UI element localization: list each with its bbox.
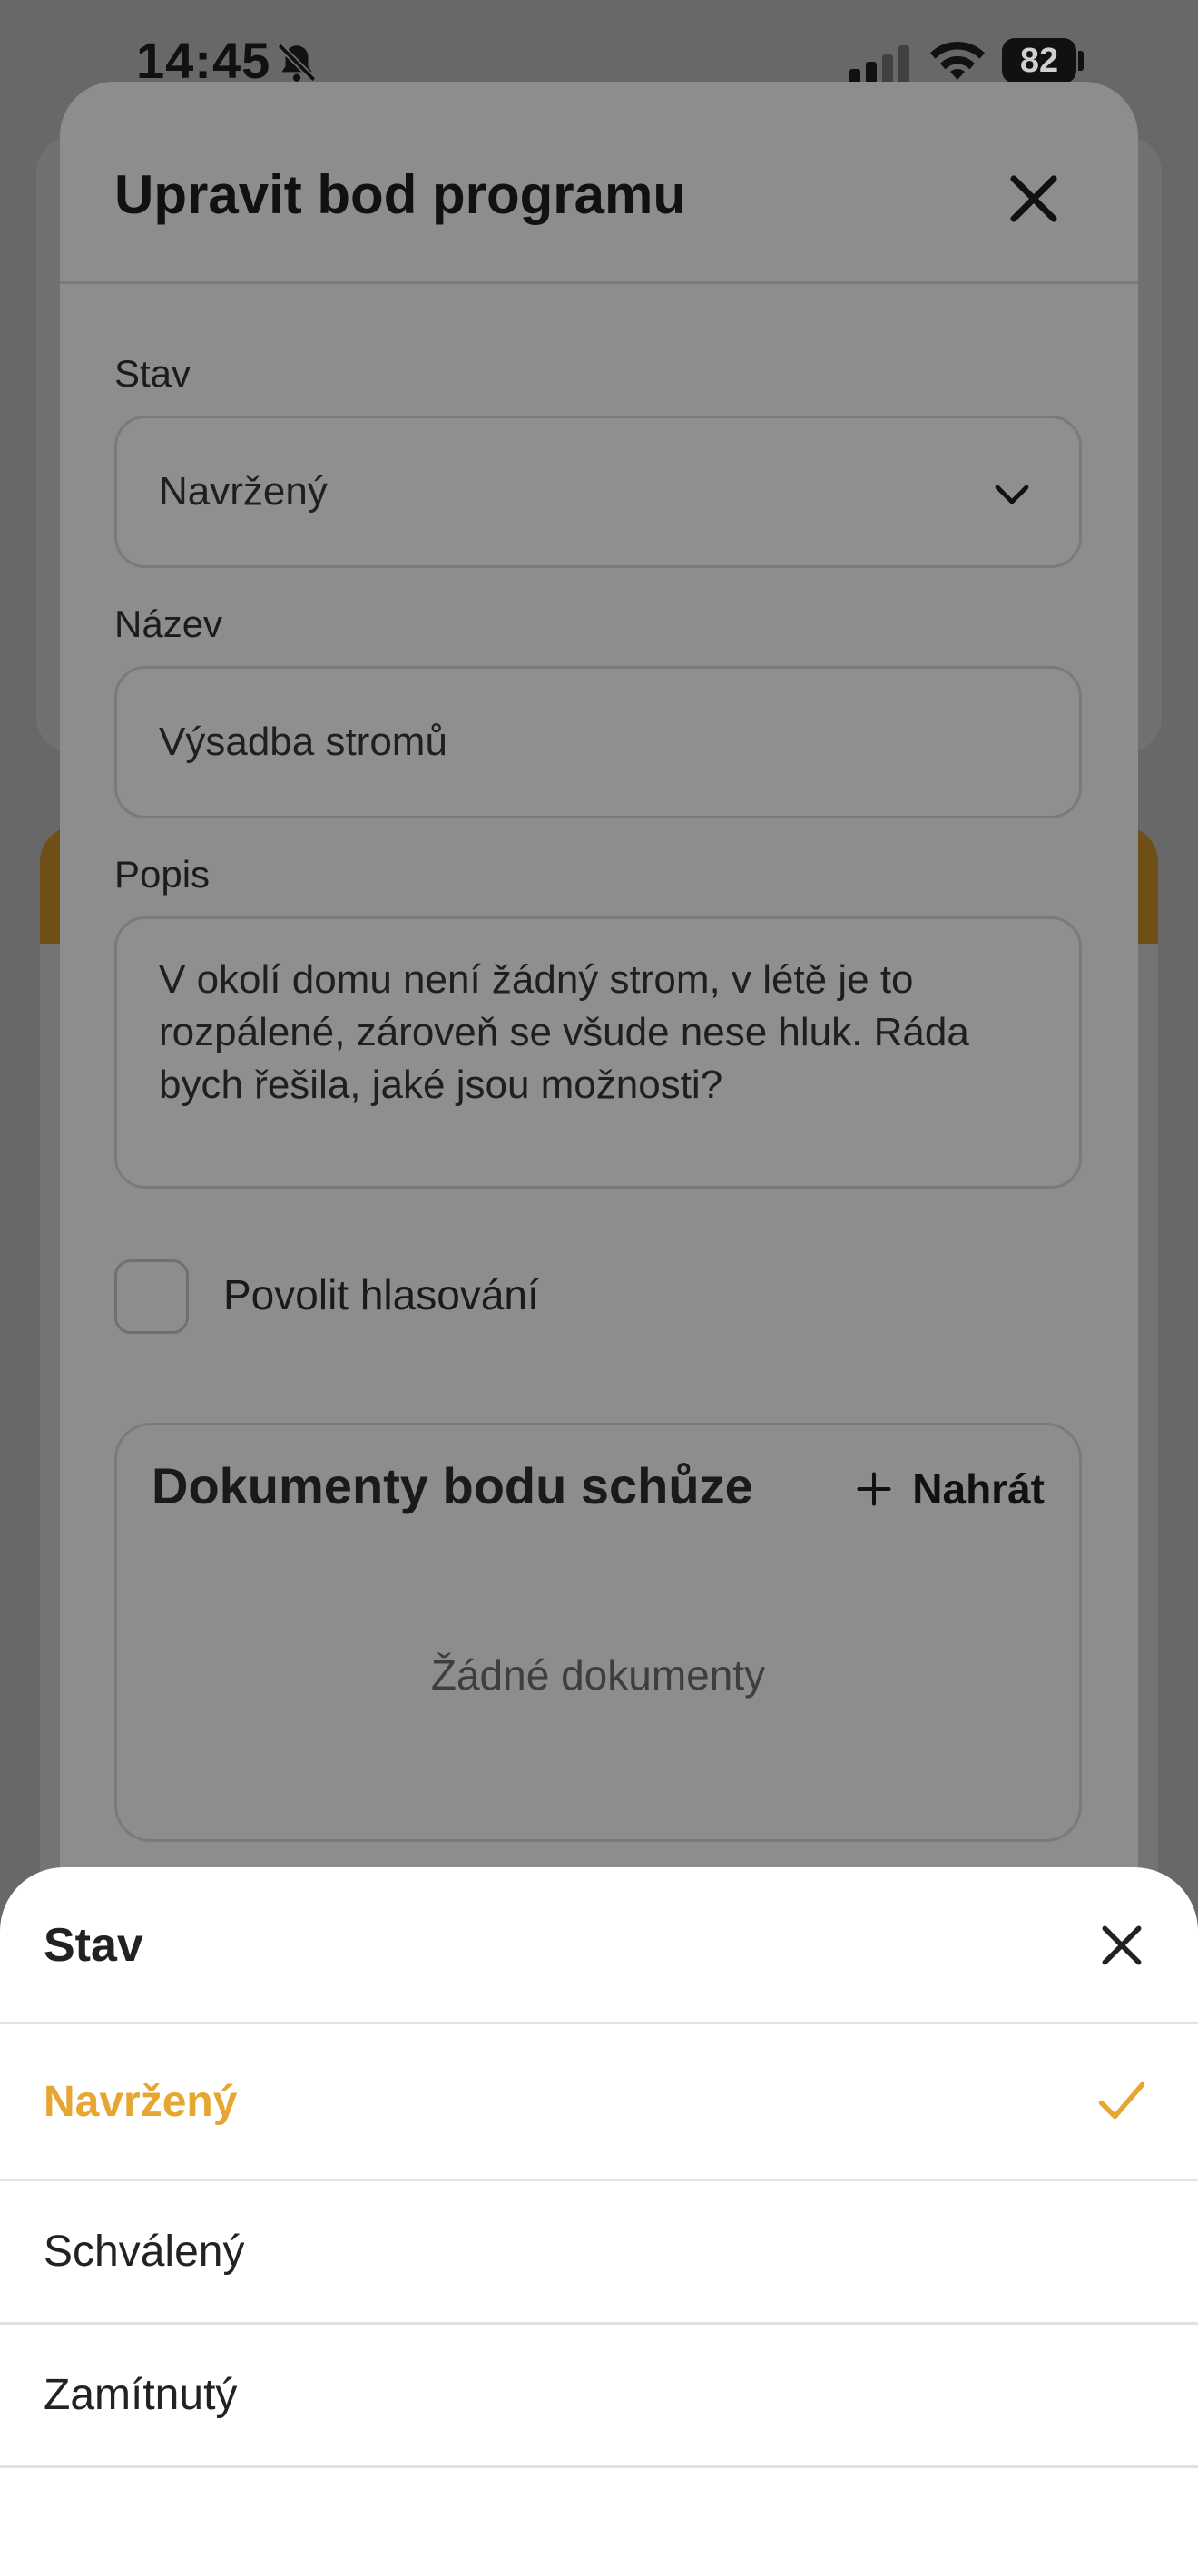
option-label: Zamítnutý: [44, 2371, 238, 2419]
check-icon: [1098, 2081, 1145, 2120]
nazev-label: Název: [114, 602, 223, 645]
stav-select[interactable]: Navržený: [114, 416, 1082, 568]
documents-card: Dokumenty bodu schůze Nahrát Žádné dokum…: [114, 1423, 1082, 1842]
modal-header: Upravit bod programu: [60, 82, 1138, 284]
popis-textarea[interactable]: V okolí domu není žádný strom, v létě je…: [114, 916, 1082, 1189]
close-icon[interactable]: [1096, 1920, 1147, 1971]
sheet-option-schvaleny[interactable]: Schválený: [0, 2181, 1198, 2322]
stav-value: Navržený: [159, 469, 328, 514]
voting-checkbox-label[interactable]: Povolit hlasování: [223, 1270, 539, 1319]
battery-icon: 82: [1002, 38, 1076, 83]
wifi-icon: [930, 41, 985, 80]
nazev-input[interactable]: Výsadba stromů: [114, 666, 1082, 818]
sheet-option-zamitnuty[interactable]: Zamítnutý: [0, 2325, 1198, 2465]
documents-title: Dokumenty bodu schůze: [152, 1457, 753, 1514]
edit-agenda-item-modal: Upravit bod programu Stav Navržený Název…: [60, 82, 1138, 2078]
upload-button[interactable]: Nahrát: [854, 1462, 1045, 1516]
bell-off-icon: [277, 43, 317, 83]
close-icon[interactable]: [1004, 169, 1064, 229]
option-label: Navržený: [44, 2078, 238, 2126]
option-label: Schválený: [44, 2228, 245, 2276]
stav-bottom-sheet: Stav Navržený Schválený Zamítnutý: [0, 1867, 1198, 2576]
battery-tip: [1078, 51, 1084, 71]
popis-label: Popis: [114, 853, 211, 896]
nazev-value: Výsadba stromů: [159, 720, 447, 764]
documents-empty-text: Žádné dokumenty: [430, 1651, 766, 1699]
modal-title: Upravit bod programu: [114, 164, 687, 225]
plus-icon: [857, 1472, 891, 1506]
upload-label: Nahrát: [912, 1465, 1045, 1513]
chevron-down-icon: [995, 485, 1029, 504]
sheet-title: Stav: [44, 1919, 143, 1972]
stav-label: Stav: [114, 352, 191, 395]
voting-checkbox[interactable]: [114, 1259, 189, 1334]
divider: [0, 2465, 1198, 2468]
signal-icon: [849, 45, 909, 83]
sheet-option-navrzeny[interactable]: Navržený: [0, 2024, 1198, 2179]
popis-value: V okolí domu není žádný strom, v létě je…: [159, 957, 969, 1107]
